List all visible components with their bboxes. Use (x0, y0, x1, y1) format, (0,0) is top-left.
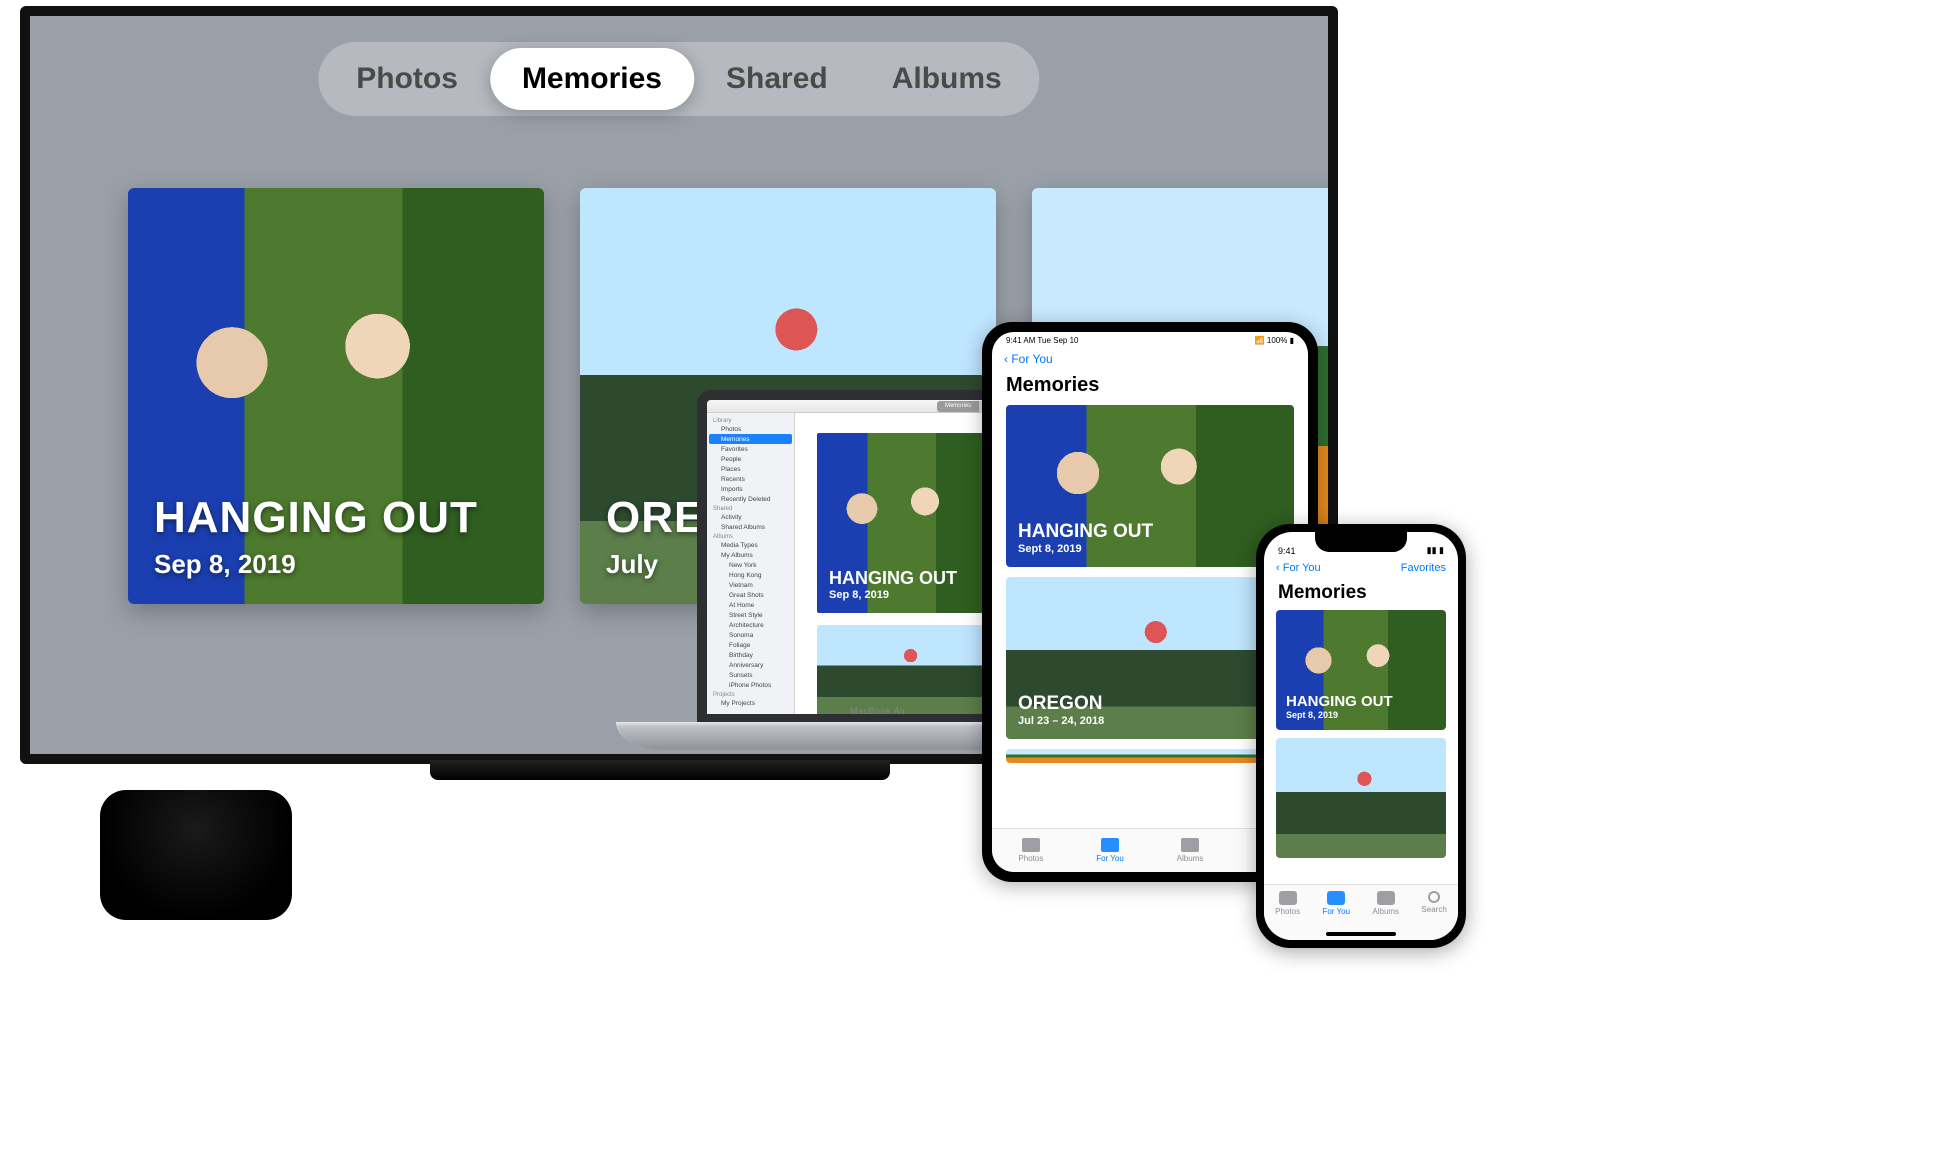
photos-icon (1279, 891, 1297, 905)
sidebar-item-people[interactable]: People (707, 454, 794, 464)
sidebar-header-shared: Shared (707, 504, 794, 512)
memory-title: HANGING OUT (1286, 693, 1436, 710)
albums-icon (1377, 891, 1395, 905)
sidebar-album[interactable]: New York (707, 560, 794, 570)
sidebar-album[interactable]: Sunsets (707, 670, 794, 680)
tv-memory-card[interactable]: HANGING OUT Sep 8, 2019 (128, 188, 544, 604)
tv-tab-memories[interactable]: Memories (490, 48, 694, 110)
mac-memory-card[interactable] (817, 625, 997, 714)
ipad-nav-bar: ‹ For You (992, 348, 1308, 370)
sidebar-item-photos[interactable]: Photos (707, 424, 794, 434)
albums-icon (1181, 838, 1199, 852)
tab-photos[interactable]: Photos (1018, 838, 1043, 863)
search-icon (1428, 891, 1440, 903)
heart-icon (1327, 891, 1345, 905)
tv-tab-albums[interactable]: Albums (860, 48, 1034, 110)
iphone-memory-card[interactable]: HANGING OUT Sept 8, 2019 (1276, 610, 1446, 730)
sidebar-item-favorites[interactable]: Favorites (707, 444, 794, 454)
status-time: 9:41 (1278, 546, 1296, 556)
back-button[interactable]: ‹ For You (1004, 352, 1053, 366)
memory-title: HANGING OUT (154, 493, 518, 543)
tab-for-you[interactable]: For You (1096, 838, 1124, 863)
apple-tv-device (100, 790, 292, 920)
sidebar-album[interactable]: Birthday (707, 650, 794, 660)
page-title: Memories (1264, 578, 1458, 610)
tab-for-you[interactable]: For You (1322, 891, 1350, 916)
sidebar-item-imports[interactable]: Imports (707, 484, 794, 494)
photos-icon (1022, 838, 1040, 852)
sidebar-item-recents[interactable]: Recents (707, 474, 794, 484)
iphone: 9:41 ▮▮ ▮ ‹ For You Favorites Memories H… (1256, 524, 1466, 948)
sidebar-album[interactable]: Anniversary (707, 660, 794, 670)
sidebar-album[interactable]: Hong Kong (707, 570, 794, 580)
sidebar-header-library: Library (707, 416, 794, 424)
sidebar-header-albums: Albums (707, 532, 794, 540)
iphone-notch (1315, 532, 1407, 552)
iphone-screen: 9:41 ▮▮ ▮ ‹ For You Favorites Memories H… (1264, 532, 1458, 940)
status-battery: 📶 100% ▮ (1255, 336, 1294, 345)
ipad-status-bar: 9:41 AM Tue Sep 10 📶 100% ▮ (992, 332, 1308, 348)
iphone-nav-bar: ‹ For You Favorites (1264, 558, 1458, 578)
sidebar-item-places[interactable]: Places (707, 464, 794, 474)
tab-albums[interactable]: Albums (1372, 891, 1399, 916)
segment-memories[interactable]: Memories (937, 401, 979, 412)
sidebar-album[interactable]: Street Style (707, 610, 794, 620)
sidebar-item-shared-albums[interactable]: Shared Albums (707, 522, 794, 532)
sidebar-album[interactable]: At Home (707, 600, 794, 610)
tv-tab-photos[interactable]: Photos (324, 48, 490, 110)
sidebar-item-recently-deleted[interactable]: Recently Deleted (707, 494, 794, 504)
status-icons: ▮▮ ▮ (1427, 545, 1444, 556)
memory-date: Sept 8, 2019 (1286, 710, 1436, 720)
tab-search[interactable]: Search (1421, 891, 1446, 914)
page-title: Memories (992, 370, 1308, 405)
sidebar-item-memories[interactable]: Memories (709, 434, 792, 444)
tab-photos[interactable]: Photos (1275, 891, 1300, 916)
ipad-memory-card[interactable] (1006, 749, 1294, 763)
ipad-memory-card[interactable]: OREGON Jul 23 – 24, 2018 (1006, 577, 1294, 739)
status-time: 9:41 AM Tue Sep 10 (1006, 336, 1079, 345)
sidebar-album[interactable]: Vietnam (707, 580, 794, 590)
ipad-memory-card[interactable]: HANGING OUT Sept 8, 2019 (1006, 405, 1294, 567)
memory-date: Jul 23 – 24, 2018 (1018, 715, 1282, 727)
tv-top-tabs: Photos Memories Shared Albums (318, 42, 1039, 116)
sidebar-album[interactable]: iPhone Photos (707, 680, 794, 690)
sidebar-album[interactable]: Foliage (707, 640, 794, 650)
iphone-memory-list[interactable]: HANGING OUT Sept 8, 2019 (1264, 610, 1458, 884)
sidebar-header-projects: Projects (707, 690, 794, 698)
sidebar-album[interactable]: Great Shots (707, 590, 794, 600)
mac-sidebar: Library Photos Memories Favorites People… (707, 413, 795, 714)
heart-icon (1101, 838, 1119, 852)
sidebar-album[interactable]: Architecture (707, 620, 794, 630)
tab-albums[interactable]: Albums (1177, 838, 1204, 863)
sidebar-item-media-types[interactable]: Media Types (707, 540, 794, 550)
home-indicator[interactable] (1326, 932, 1396, 936)
sidebar-item-my-albums[interactable]: My Albums (707, 550, 794, 560)
iphone-memory-card[interactable] (1276, 738, 1446, 858)
sidebar-item-activity[interactable]: Activity (707, 512, 794, 522)
memory-date: Sep 8, 2019 (154, 549, 518, 580)
back-button[interactable]: ‹ For You (1276, 562, 1321, 574)
favorites-link[interactable]: Favorites (1401, 562, 1446, 574)
tv-tab-shared[interactable]: Shared (694, 48, 860, 110)
sidebar-album[interactable]: Sonoma (707, 630, 794, 640)
memory-date: Sep 8, 2019 (829, 589, 985, 601)
memory-date: Sept 8, 2019 (1018, 543, 1282, 555)
mac-memory-card[interactable]: HANGING OUT Sep 8, 2019 (817, 433, 997, 613)
memory-title: HANGING OUT (1018, 521, 1282, 543)
memory-title: OREGON (1018, 693, 1282, 715)
memory-title: HANGING OUT (829, 568, 985, 589)
